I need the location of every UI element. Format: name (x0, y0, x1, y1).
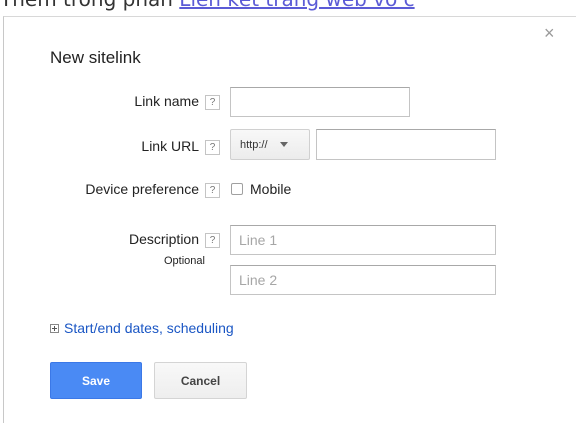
help-icon[interactable]: ? (205, 139, 220, 155)
save-button[interactable]: Save (50, 362, 142, 399)
device-preference-label-row: Device preference? (40, 181, 220, 198)
link-url-label-row: Link URL? (80, 138, 220, 155)
protocol-value: http:// (240, 138, 268, 151)
mobile-checkbox[interactable] (231, 183, 243, 195)
link-name-label: Link name (134, 93, 199, 109)
link-url-input[interactable] (316, 129, 496, 160)
dropdown-arrow-icon (279, 142, 288, 147)
background-text-prefix: Thêm trong phần (0, 0, 179, 11)
mobile-label[interactable]: Mobile (250, 181, 291, 197)
background-link[interactable]: Liên kết trang web vớ c (179, 0, 414, 11)
description-label: Description (128, 231, 199, 247)
background-page-text: Thêm trong phần Liên kết trang web vớ c (0, 0, 576, 17)
expand-plus-icon (50, 323, 59, 333)
link-name-label-row: Link name? (80, 93, 220, 110)
description-line2-input[interactable] (230, 265, 496, 295)
device-preference-label: Device preference (85, 181, 199, 197)
help-icon[interactable]: ? (205, 232, 220, 248)
description-label-row: Description? (80, 231, 220, 248)
optional-label: Optional (164, 255, 205, 267)
protocol-select[interactable]: http:// (230, 129, 310, 160)
link-name-input[interactable] (230, 87, 410, 117)
cancel-button[interactable]: Cancel (154, 362, 247, 399)
dialog-title: New sitelink (50, 48, 141, 67)
close-icon[interactable]: × (544, 24, 555, 42)
scheduling-link[interactable]: Start/end dates, scheduling (64, 320, 234, 336)
help-icon[interactable]: ? (205, 94, 220, 110)
scheduling-expander[interactable]: Start/end dates, scheduling (50, 320, 234, 336)
help-icon[interactable]: ? (205, 182, 220, 198)
description-line1-input[interactable] (230, 225, 496, 255)
link-url-label: Link URL (141, 138, 199, 154)
